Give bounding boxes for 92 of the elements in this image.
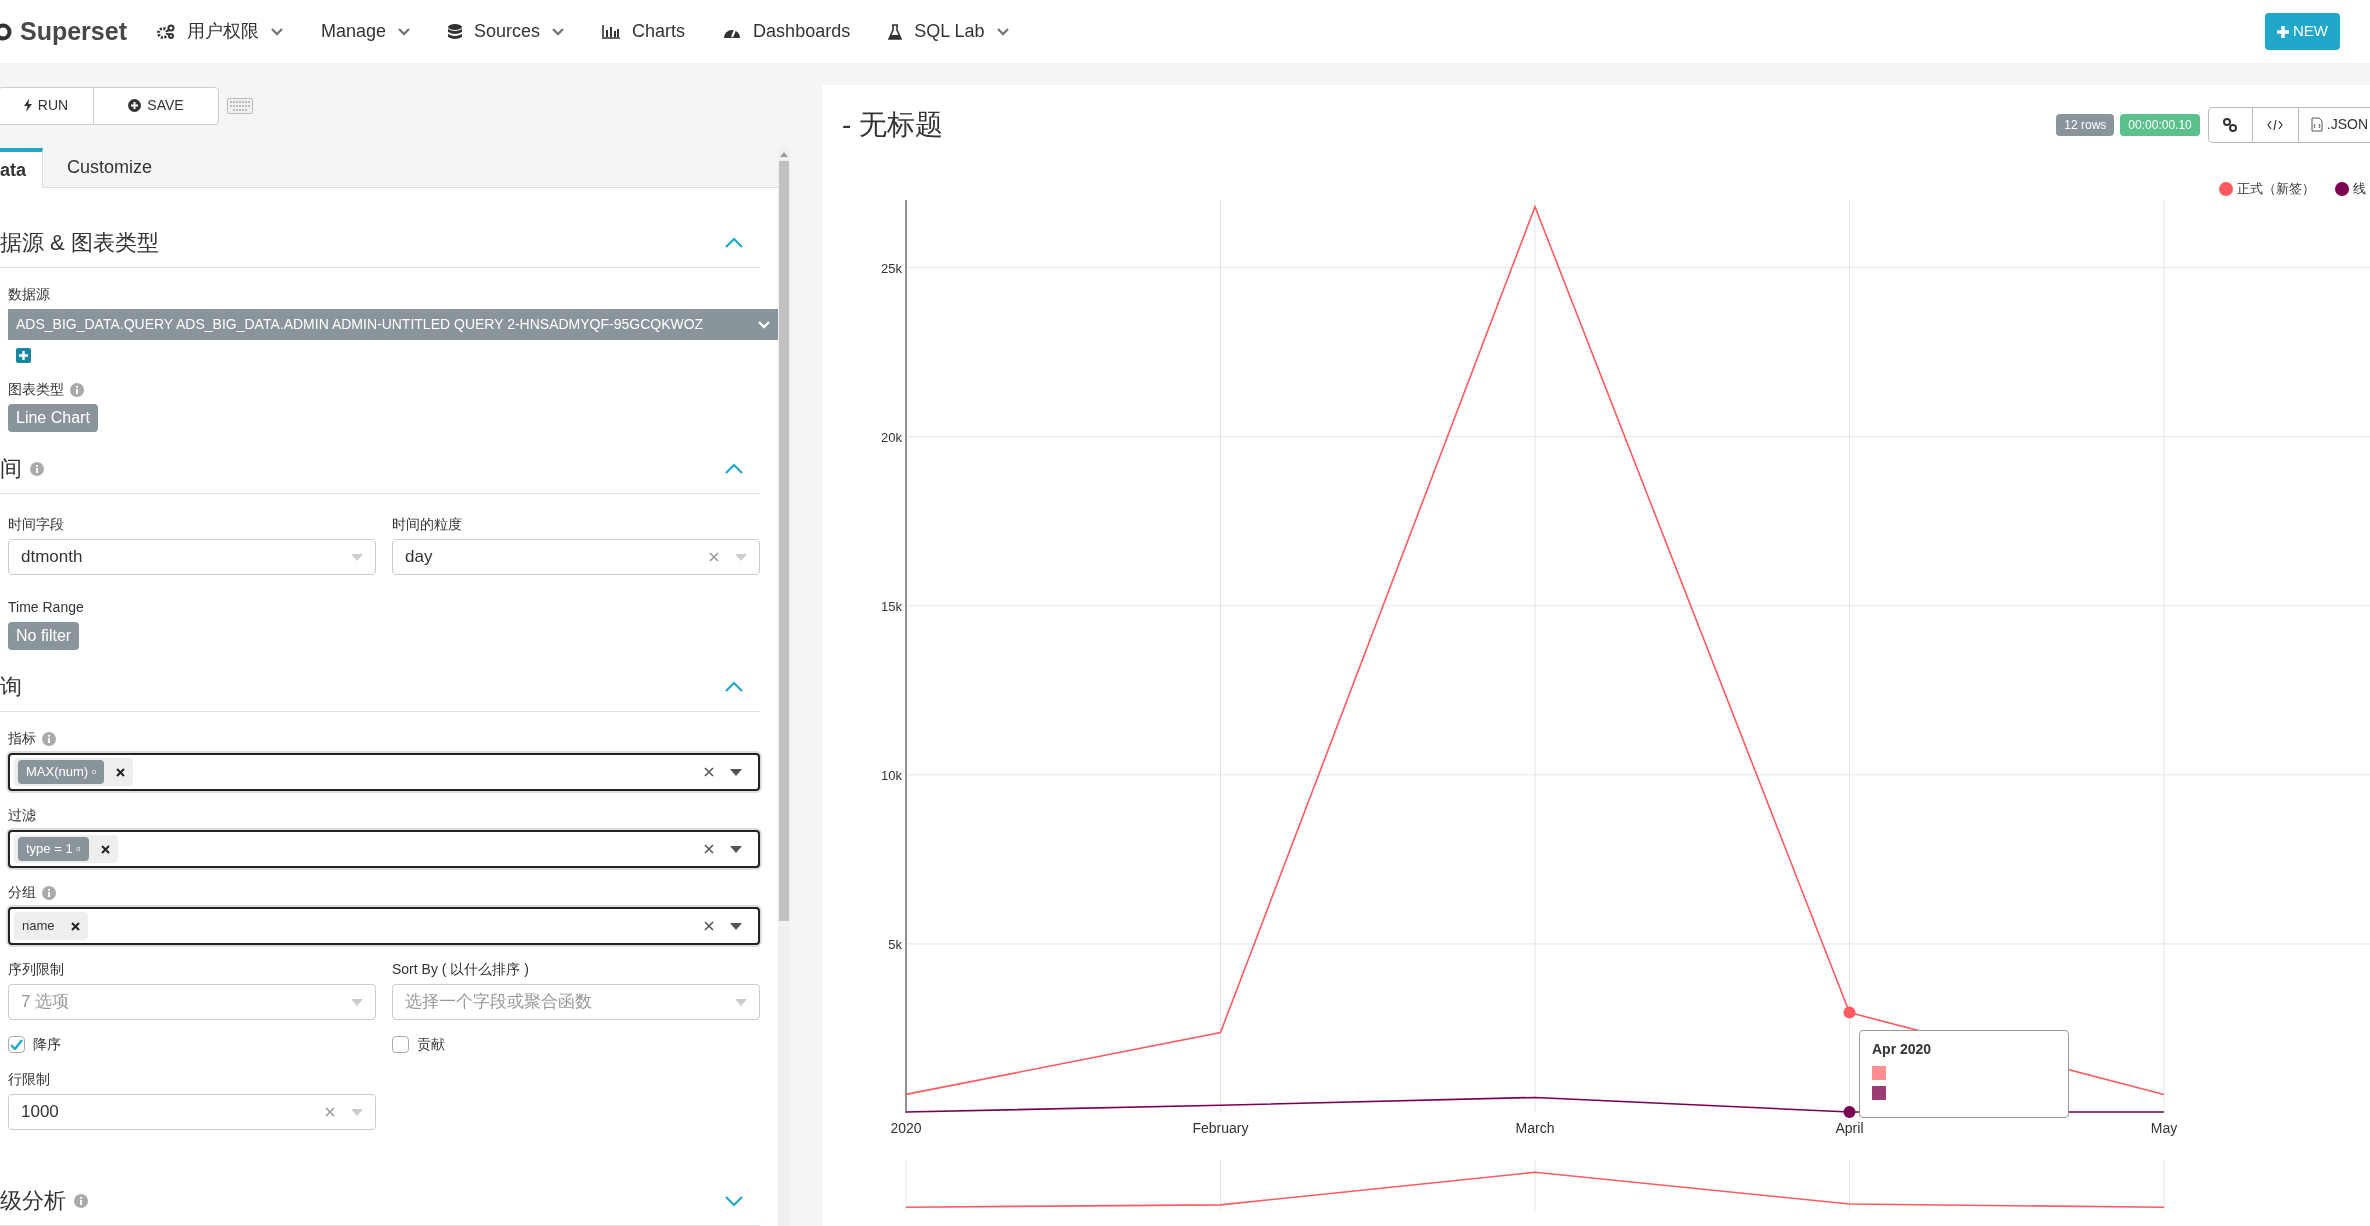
x-tick-label: May — [2150, 1120, 2178, 1136]
x-tick-label: April — [1835, 1120, 1864, 1136]
collapse-icon[interactable] — [724, 462, 744, 475]
dropdown-caret-icon — [735, 553, 747, 561]
plus-icon — [2277, 25, 2289, 38]
selected-tag: type = 1 ▫ — [18, 837, 89, 861]
field-label: Sort By ( 以什么排序 ) — [392, 960, 529, 979]
collapse-icon[interactable] — [724, 680, 744, 693]
field-label: 数据源 — [8, 285, 50, 304]
y-tick-label: 10k — [881, 767, 902, 783]
plus-circle-icon — [128, 99, 142, 112]
bolt-icon — [23, 99, 32, 112]
query-time-badge: 00:00:00.10 — [2120, 113, 2200, 136]
legend-label[interactable]: 正式（新签） — [2237, 179, 2315, 199]
field-label: 分组 — [8, 883, 36, 902]
nav-menu-item[interactable]: SQL Lab — [888, 18, 1009, 45]
y-tick-label: 25k — [881, 260, 902, 276]
keyboard-icon[interactable] — [227, 97, 253, 114]
chevron-down-icon — [758, 320, 770, 329]
save-button[interactable]: SAVE — [94, 87, 218, 124]
clear-icon[interactable] — [704, 767, 714, 777]
clear-icon[interactable] — [704, 921, 714, 931]
add-icon[interactable] — [16, 348, 31, 363]
dropdown-caret-icon — [351, 1108, 363, 1116]
multi-select-field[interactable]: name — [8, 907, 760, 945]
row-count-badge: 12 rows — [2056, 113, 2115, 136]
dropdown-caret-icon — [730, 845, 742, 853]
clear-icon[interactable] — [704, 844, 714, 854]
x-tick-label: March — [1515, 1120, 1555, 1136]
section-title: 询 — [0, 673, 22, 701]
field-label: Time Range — [8, 598, 84, 617]
nav-menu-item[interactable]: 用户权限 — [157, 18, 283, 45]
dropdown-caret-icon — [730, 922, 742, 930]
section-title: 间 — [0, 455, 22, 483]
field-label: 时间字段 — [8, 515, 64, 534]
check-icon — [10, 1039, 23, 1050]
remove-icon[interactable] — [116, 767, 126, 777]
section-title: 据源 & 图表类型 — [0, 229, 159, 257]
field-label: 图表类型 — [8, 380, 64, 399]
select-field[interactable]: day — [392, 539, 760, 575]
checkbox-label: 贡献 — [417, 1035, 445, 1054]
legend-label[interactable]: 线 — [2353, 179, 2366, 199]
dropdown-caret-icon — [351, 553, 363, 561]
y-tick-label: 20k — [881, 429, 902, 445]
nav-menu-item[interactable]: Dashboards — [723, 18, 851, 45]
scrollbar[interactable] — [778, 148, 790, 1226]
link-icon — [2223, 117, 2238, 132]
field-label: 过滤 — [8, 806, 36, 825]
checkbox-label: 降序 — [33, 1035, 61, 1054]
select-field[interactable]: dtmonth — [8, 539, 376, 575]
gears-icon — [157, 23, 175, 40]
hover-point — [1843, 1006, 1856, 1019]
x-tick-label: February — [1192, 1120, 1249, 1136]
database-icon — [448, 23, 463, 40]
tooltip-title: Apr 2020 — [1872, 1040, 1933, 1059]
section-title: 级分析 — [0, 1187, 66, 1215]
checkbox[interactable] — [392, 1036, 409, 1053]
remove-icon[interactable] — [100, 844, 110, 854]
info-icon — [42, 731, 56, 746]
hover-point — [1843, 1106, 1856, 1118]
code-icon — [2267, 118, 2284, 131]
field-label: 行限制 — [8, 1070, 50, 1089]
panel-tab[interactable]: Customize — [43, 148, 177, 187]
info-icon — [42, 885, 56, 900]
field-label: 序列限制 — [8, 960, 64, 979]
logo-icon — [0, 22, 12, 41]
field-label: 时间的粒度 — [392, 515, 462, 534]
y-tick-label: 15k — [881, 598, 902, 614]
selected-tag: MAX(num) ▫ — [18, 760, 105, 784]
bar-chart-icon — [602, 24, 621, 39]
file-code-icon — [2310, 117, 2323, 132]
remove-icon[interactable] — [70, 921, 80, 931]
info-icon — [70, 382, 84, 397]
nav-menu-item[interactable]: Sources — [448, 18, 565, 45]
scroll-up-icon[interactable] — [780, 152, 788, 157]
y-tick-label: 5k — [888, 936, 902, 952]
nav-menu-item[interactable]: Manage — [321, 18, 411, 45]
dropdown-caret-icon — [351, 998, 363, 1006]
select-field[interactable]: 1000 — [8, 1094, 376, 1130]
dropdown-caret-icon — [735, 998, 747, 1006]
brand-name[interactable]: Superset — [20, 12, 127, 51]
chart-title: - 无标题 — [842, 107, 945, 142]
x-tick-label: 2020 — [890, 1120, 922, 1136]
expand-icon[interactable] — [724, 1194, 744, 1207]
checkbox[interactable] — [8, 1036, 25, 1053]
nav-menu-item[interactable]: Charts — [602, 18, 686, 45]
field-label: 指标 — [8, 729, 36, 748]
run-button[interactable]: RUN — [0, 87, 94, 124]
panel-tab[interactable]: ata — [0, 148, 43, 188]
collapse-icon[interactable] — [724, 236, 744, 249]
dropdown-caret-icon — [730, 768, 742, 776]
flask-icon — [888, 23, 903, 40]
